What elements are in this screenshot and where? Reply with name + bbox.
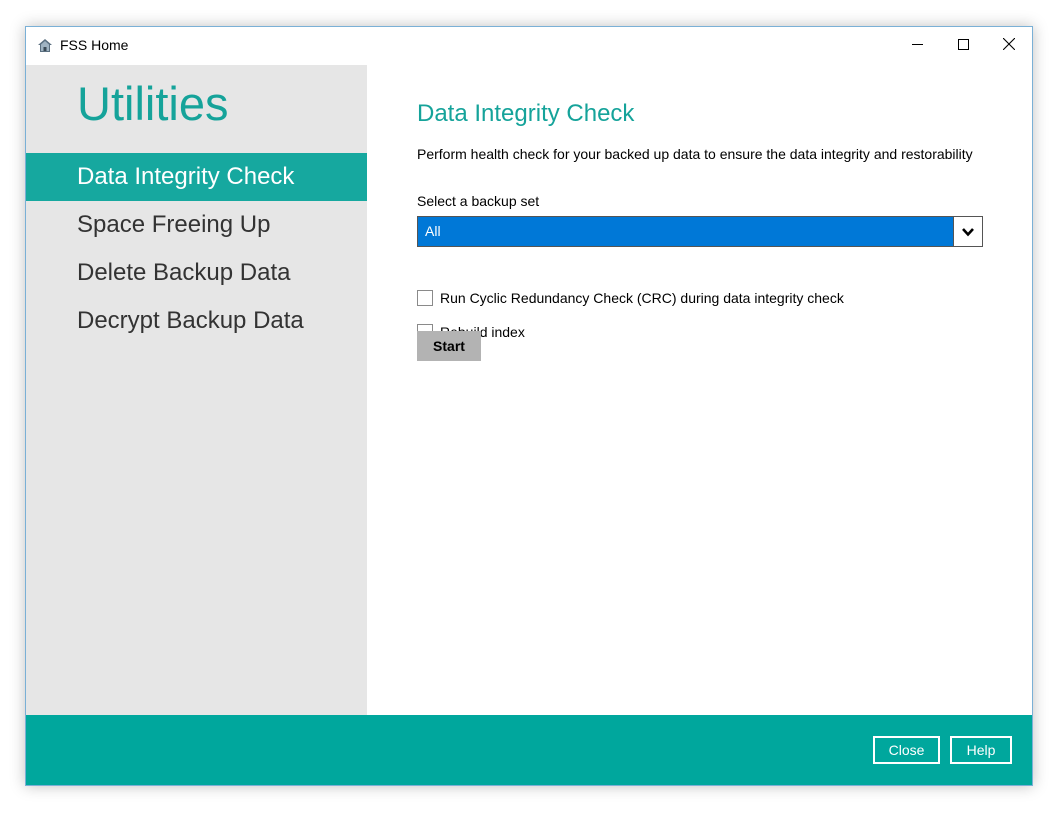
sidebar-item-delete-backup-data[interactable]: Delete Backup Data: [26, 249, 367, 297]
page-description: Perform health check for your backed up …: [417, 146, 973, 162]
sidebar-nav: Data Integrity Check Space Freeing Up De…: [26, 153, 367, 345]
sidebar-title: Utilities: [77, 77, 229, 130]
main-content: Data Integrity Check Perform health chec…: [367, 65, 1032, 715]
start-button[interactable]: Start: [417, 331, 481, 361]
close-icon: [1002, 37, 1016, 55]
sidebar-item-data-integrity-check[interactable]: Data Integrity Check: [26, 153, 367, 201]
backup-set-selected-value: All: [425, 223, 441, 239]
minimize-icon: [911, 37, 923, 55]
help-button[interactable]: Help: [950, 736, 1012, 764]
backup-set-select[interactable]: All: [417, 216, 983, 247]
crc-checkbox[interactable]: [417, 290, 433, 306]
app-window: FSS Home Utilities Data Integrity Check …: [25, 26, 1033, 786]
crc-checkbox-label: Run Cyclic Redundancy Check (CRC) during…: [440, 290, 844, 306]
close-window-button[interactable]: [986, 27, 1032, 65]
sidebar-item-decrypt-backup-data[interactable]: Decrypt Backup Data: [26, 297, 367, 345]
window-title: FSS Home: [60, 37, 129, 53]
sidebar-item-space-freeing-up[interactable]: Space Freeing Up: [26, 201, 367, 249]
title-bar: FSS Home: [26, 27, 1032, 65]
minimize-button[interactable]: [894, 27, 940, 65]
close-button[interactable]: Close: [873, 736, 940, 764]
maximize-icon: [957, 37, 969, 55]
page-title: Data Integrity Check: [417, 100, 635, 127]
crc-option[interactable]: Run Cyclic Redundancy Check (CRC) during…: [417, 288, 844, 308]
maximize-button[interactable]: [940, 27, 986, 65]
footer-bar: Close Help: [26, 715, 1032, 785]
chevron-down-icon[interactable]: [953, 217, 982, 246]
house-icon: [37, 38, 53, 54]
sidebar: Utilities Data Integrity Check Space Fre…: [26, 65, 367, 715]
backup-set-label: Select a backup set: [417, 193, 540, 209]
